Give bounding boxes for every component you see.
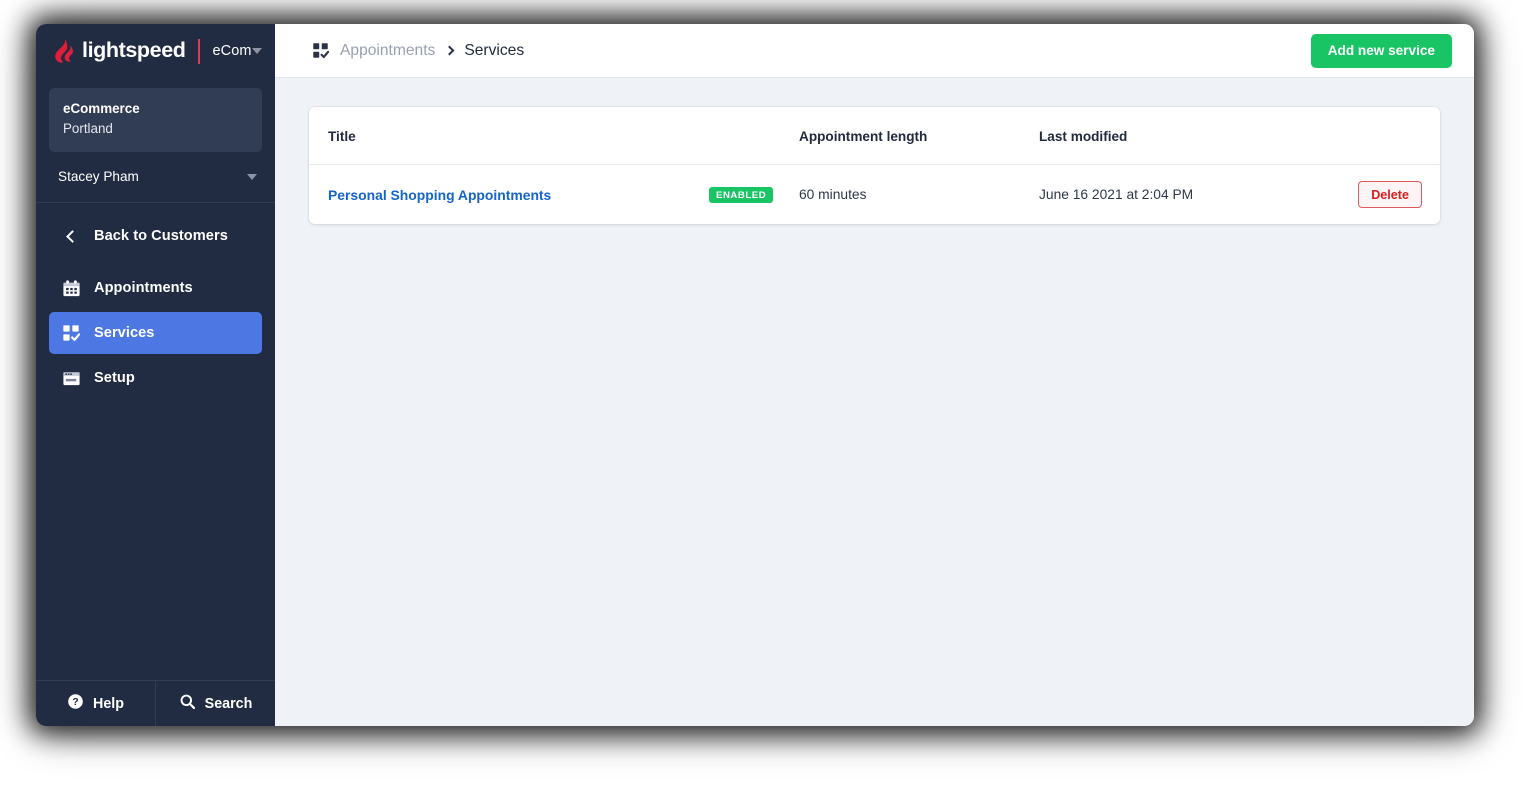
- cell-title: Personal Shopping Appointments: [309, 165, 709, 225]
- services-grid-check-icon: [60, 322, 82, 344]
- column-header-last-modified: Last modified: [1039, 107, 1330, 165]
- table-head: Title Appointment length Last modified: [309, 107, 1440, 165]
- services-table: Title Appointment length Last modified P…: [309, 107, 1440, 224]
- chevron-down-icon: [247, 173, 257, 180]
- shop-selector-card[interactable]: eCommerce Portland: [49, 88, 262, 153]
- cell-last-modified: June 16 2021 at 2:04 PM: [1039, 187, 1194, 202]
- sidebar-item-appointments[interactable]: Appointments: [49, 267, 262, 309]
- brand-divider: [197, 38, 200, 64]
- services-table-card: Title Appointment length Last modified P…: [309, 107, 1440, 224]
- sidebar-item-label: Setup: [94, 370, 135, 387]
- sidebar-item-back-to-customers[interactable]: Back to Customers: [49, 215, 262, 257]
- column-header-title: Title: [309, 107, 709, 165]
- help-button[interactable]: ? Help: [36, 681, 155, 726]
- column-header-appointment-length: Appointment length: [799, 107, 1039, 165]
- search-label: Search: [204, 695, 253, 712]
- lightspeed-flame-icon: [54, 39, 75, 63]
- service-title-link[interactable]: Personal Shopping Appointments: [328, 187, 551, 203]
- shop-name: eCommerce: [63, 101, 140, 116]
- sidebar-item-setup[interactable]: Setup: [49, 357, 262, 399]
- table-body: Personal Shopping Appointments ENABLED 6…: [309, 165, 1440, 225]
- cell-status: ENABLED: [709, 165, 799, 225]
- breadcrumb-item-appointments[interactable]: Appointments: [340, 42, 435, 60]
- shop-location: Portland: [63, 121, 113, 137]
- breadcrumb: Appointments Services: [312, 42, 524, 60]
- sidebar-item-label: Services: [94, 325, 155, 342]
- table-row: Personal Shopping Appointments ENABLED 6…: [309, 165, 1440, 225]
- breadcrumb-services-icon: [312, 42, 329, 59]
- search-icon: [179, 693, 196, 714]
- delete-button[interactable]: Delete: [1358, 181, 1422, 208]
- column-header-actions: [1330, 107, 1440, 165]
- sidebar-item-label: Appointments: [94, 280, 193, 297]
- sidebar-item-label: Back to Customers: [94, 228, 228, 245]
- topbar: Appointments Services Add new service: [275, 24, 1474, 78]
- svg-text:?: ?: [72, 697, 78, 708]
- chevron-left-icon: [60, 225, 82, 247]
- column-header-status: [709, 107, 799, 165]
- question-circle-icon: ?: [67, 693, 84, 714]
- table-header-row: Title Appointment length Last modified: [309, 107, 1440, 165]
- cell-actions: Delete: [1330, 165, 1440, 225]
- calendar-icon: [60, 277, 82, 299]
- main-area: Appointments Services Add new service Ti…: [275, 24, 1474, 726]
- user-menu[interactable]: Stacey Pham: [36, 152, 275, 204]
- add-new-service-button[interactable]: Add new service: [1310, 33, 1452, 68]
- status-badge: ENABLED: [709, 186, 774, 204]
- help-label: Help: [93, 695, 124, 712]
- search-button[interactable]: Search: [155, 681, 275, 726]
- window-setup-icon: [60, 367, 82, 389]
- sidebar-footer: ? Help Search: [36, 680, 275, 726]
- brand-bar: lightspeed eCom: [36, 24, 275, 78]
- sidebar-item-services[interactable]: Services: [49, 312, 262, 355]
- chevron-right-icon: [444, 45, 455, 56]
- brand-wordmark: lightspeed: [82, 38, 186, 63]
- sidebar: lightspeed eCom eCommerce Portland Stace…: [36, 24, 275, 726]
- product-name: eCom: [212, 43, 252, 59]
- app-window: lightspeed eCom eCommerce Portland Stace…: [36, 24, 1474, 726]
- page-root: lightspeed eCom eCommerce Portland Stace…: [0, 0, 1539, 803]
- cell-appointment-length: 60 minutes: [799, 187, 867, 202]
- breadcrumb-item-services: Services: [464, 41, 525, 59]
- sidebar-nav: Back to Customers Appointments Services …: [36, 203, 275, 680]
- content-area: Title Appointment length Last modified P…: [275, 78, 1474, 726]
- chevron-down-icon[interactable]: [251, 48, 262, 54]
- user-name: Stacey Pham: [58, 169, 139, 185]
